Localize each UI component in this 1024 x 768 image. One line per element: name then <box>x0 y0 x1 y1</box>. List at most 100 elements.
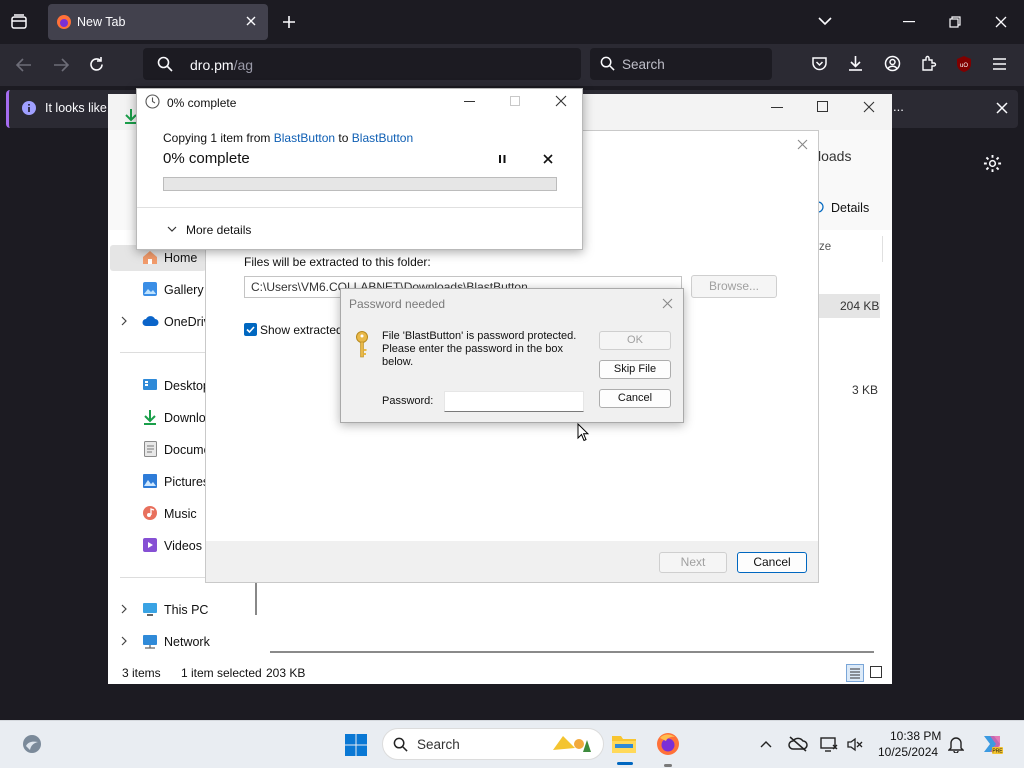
tab-new-tab[interactable]: New Tab <box>48 4 268 40</box>
pocket-icon[interactable] <box>811 56 828 72</box>
size-column-header[interactable]: ze <box>819 241 831 253</box>
start-windows-icon[interactable] <box>344 733 368 757</box>
firefox-logo-icon <box>56 14 72 30</box>
sidebar-item-label: Network <box>164 635 210 649</box>
account-icon[interactable] <box>884 55 901 72</box>
tab-list-icon[interactable] <box>10 13 28 31</box>
network-status-icon[interactable] <box>820 736 838 752</box>
next-button[interactable]: Next <box>659 552 727 573</box>
hamburger-menu-icon[interactable] <box>992 58 1007 70</box>
taskbar-time[interactable]: 10:38 PM <box>890 729 941 743</box>
info-icon <box>21 100 37 116</box>
notification-more-button[interactable]: ... <box>893 99 904 114</box>
key-icon <box>355 331 369 359</box>
skip-file-button[interactable]: Skip File <box>599 360 671 379</box>
url-path: /ag <box>233 57 254 73</box>
sidebar-item-label: Home <box>164 251 198 265</box>
videos-icon <box>142 537 158 553</box>
status-item-count: 3 items <box>122 666 161 680</box>
extensions-puzzle-icon[interactable] <box>920 55 937 72</box>
cancel-copy-icon[interactable] <box>543 154 553 164</box>
progress-minimize-icon[interactable] <box>464 101 475 103</box>
settings-gear-icon[interactable] <box>983 154 1002 173</box>
ublock-origin-icon[interactable]: uO <box>955 55 973 73</box>
progress-bar <box>163 177 557 191</box>
show-extracted-checkbox[interactable] <box>244 323 257 336</box>
file-size-cell: 204 KB <box>840 299 880 313</box>
reload-icon[interactable] <box>88 56 105 73</box>
explorer-minimize-icon[interactable] <box>771 107 783 109</box>
copy-progress-dialog: 0% complete Copying 1 item from BlastBut… <box>136 88 583 250</box>
browse-button[interactable]: Browse... <box>691 275 777 298</box>
source-link[interactable]: BlastButton <box>274 131 335 145</box>
close-window-icon[interactable] <box>995 16 1007 28</box>
sidebar-item-label: Music <box>164 507 197 521</box>
pause-icon[interactable] <box>498 154 507 164</box>
minimize-icon[interactable] <box>903 21 915 23</box>
list-all-tabs-chevron-icon[interactable] <box>818 16 832 26</box>
notification-close-icon[interactable] <box>996 102 1008 114</box>
details-pane-button[interactable]: Details <box>812 200 884 218</box>
new-tab-plus-icon[interactable] <box>282 15 296 29</box>
downloads-heading-partial: loads <box>818 148 852 164</box>
widgets-icon[interactable] <box>21 733 43 755</box>
horizontal-scrollbar[interactable] <box>270 651 874 653</box>
sidebar-item-label: Gallery <box>164 283 204 297</box>
progress-close-icon[interactable] <box>555 95 567 107</box>
tiles-view-icon[interactable] <box>870 666 883 679</box>
file-explorer-taskbar-icon[interactable] <box>611 732 637 756</box>
wizard-close-icon[interactable] <box>797 139 808 150</box>
svg-text:uO: uO <box>960 63 968 69</box>
progress-divider <box>137 207 582 208</box>
message-line: Please enter the password in the box <box>382 343 564 355</box>
this-pc-icon <box>142 602 158 617</box>
details-view-icon[interactable] <box>846 664 864 682</box>
sidebar-divider <box>120 352 206 353</box>
expand-chevron-icon[interactable] <box>120 636 128 646</box>
destination-link[interactable]: BlastButton <box>352 131 413 145</box>
downloads-icon[interactable] <box>847 55 864 72</box>
active-app-indicator <box>617 762 633 765</box>
documents-icon <box>144 441 157 457</box>
sidebar-item-label: This PC <box>164 603 209 617</box>
taskbar-date[interactable]: 10/25/2024 <box>878 745 938 759</box>
volume-muted-icon[interactable] <box>846 737 864 752</box>
url-bar[interactable]: dro.pm/ag <box>143 48 581 80</box>
ok-button[interactable]: OK <box>599 331 671 350</box>
extract-destination-label: Files will be extracted to this folder: <box>244 255 431 269</box>
password-input[interactable] <box>444 391 584 412</box>
firefox-taskbar-icon[interactable] <box>656 732 680 756</box>
close-tab-icon[interactable] <box>245 15 257 27</box>
notification-bell-icon[interactable] <box>948 735 964 753</box>
search-bar[interactable]: Search <box>590 48 772 80</box>
password-dialog-close-icon[interactable] <box>662 298 673 309</box>
home-icon <box>142 250 158 265</box>
password-cancel-button[interactable]: Cancel <box>599 389 671 408</box>
more-details-toggle[interactable]: More details <box>167 222 267 238</box>
password-dialog-title: Password needed <box>349 297 446 311</box>
password-message: File 'BlastButton' is password protected… <box>382 330 576 369</box>
copy-to-word: to <box>335 131 352 145</box>
sidebar-item-label: Downlo <box>164 411 206 425</box>
show-hidden-icons-chevron-icon[interactable] <box>760 740 772 748</box>
expand-chevron-icon[interactable] <box>120 604 128 614</box>
message-line: File 'BlastButton' is password protected… <box>382 330 577 342</box>
search-icon <box>393 737 408 752</box>
search-highlight-icon <box>549 732 593 756</box>
back-arrow-icon[interactable] <box>15 57 33 73</box>
forward-arrow-icon[interactable] <box>52 57 70 73</box>
sidebar-scrollbar[interactable] <box>255 583 257 615</box>
explorer-close-icon[interactable] <box>863 101 875 113</box>
gallery-icon <box>142 281 158 297</box>
taskbar-search-placeholder: Search <box>417 737 460 752</box>
explorer-maximize-icon[interactable] <box>817 101 829 113</box>
onedrive-offline-icon[interactable] <box>788 736 808 752</box>
wizard-cancel-button[interactable]: Cancel <box>737 552 807 573</box>
progress-maximize-icon <box>510 96 521 107</box>
taskbar-search-box[interactable]: Search <box>382 728 604 760</box>
copy-prefix: Copying 1 item from <box>163 131 274 145</box>
copilot-icon[interactable]: PRE <box>980 732 1004 756</box>
restore-icon[interactable] <box>949 16 961 28</box>
expand-chevron-icon[interactable] <box>120 316 128 326</box>
column-divider <box>882 236 883 262</box>
